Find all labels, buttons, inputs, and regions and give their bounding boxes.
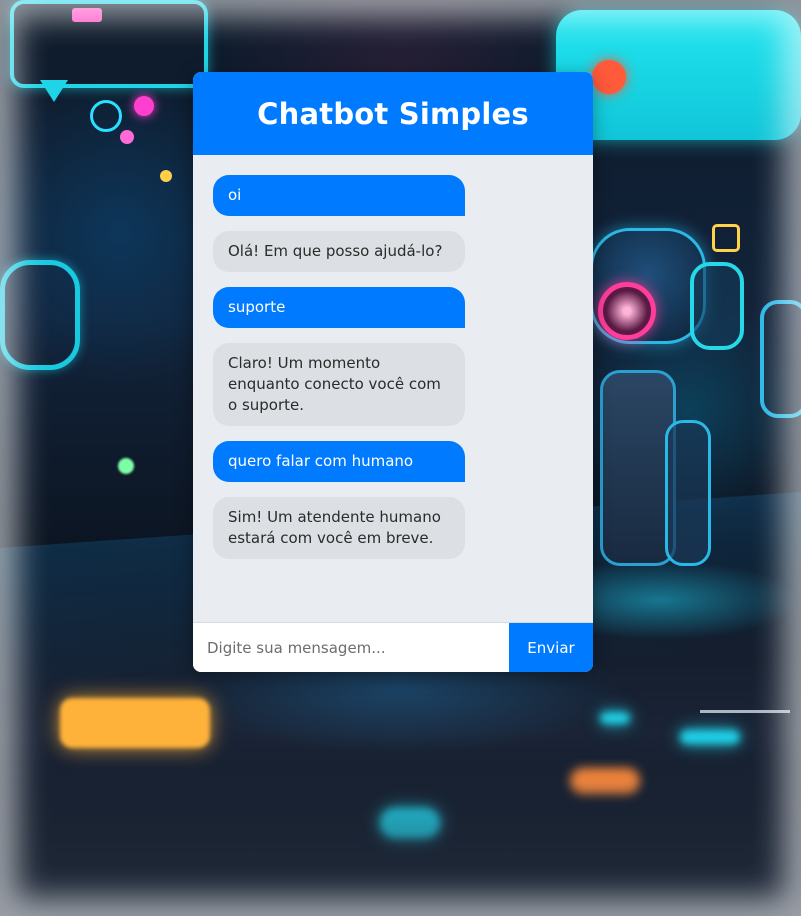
background-speech-bubble-tail xyxy=(40,80,68,102)
background-cyan-blur xyxy=(680,730,740,744)
background-green-dot xyxy=(118,458,134,474)
background-floor xyxy=(0,760,801,916)
background-speech-bubble-outline xyxy=(10,0,208,88)
bot-message: Sim! Um atendente humano estará com você… xyxy=(213,497,465,559)
user-message: oi xyxy=(213,175,465,216)
composer: Enviar xyxy=(193,622,593,672)
background-pink-dot xyxy=(134,96,154,116)
background-pink-bar xyxy=(72,8,102,22)
user-message: quero falar com humano xyxy=(213,441,465,482)
background-light-streak xyxy=(700,690,790,713)
background-robot-silhouette xyxy=(760,300,801,418)
page-title: Chatbot Simples xyxy=(257,96,529,131)
background-robot-ear xyxy=(690,262,744,350)
background-small-dot xyxy=(120,130,134,144)
background-ring-icon xyxy=(90,100,122,132)
background-orange-dot xyxy=(592,60,626,94)
message-list: oi Olá! Em que posso ajudá-lo? suporte C… xyxy=(193,155,593,622)
background-cyan-blur xyxy=(600,712,630,724)
background-yellow-square xyxy=(712,224,740,252)
background-robot-arm xyxy=(665,420,711,566)
background-orange-bar xyxy=(60,698,210,748)
send-button[interactable]: Enviar xyxy=(509,623,593,672)
message-input[interactable] xyxy=(193,623,509,672)
bot-message: Claro! Um momento enquanto conecto você … xyxy=(213,343,465,426)
chat-header: Chatbot Simples xyxy=(193,72,593,155)
bot-message: Olá! Em que posso ajudá-lo? xyxy=(213,231,465,272)
background-chat-icon xyxy=(0,260,80,370)
user-message: suporte xyxy=(213,287,465,328)
chat-window: Chatbot Simples oi Olá! Em que posso aju… xyxy=(193,72,593,672)
background-yellow-dot xyxy=(160,170,172,182)
background-robot-eye xyxy=(598,282,656,340)
